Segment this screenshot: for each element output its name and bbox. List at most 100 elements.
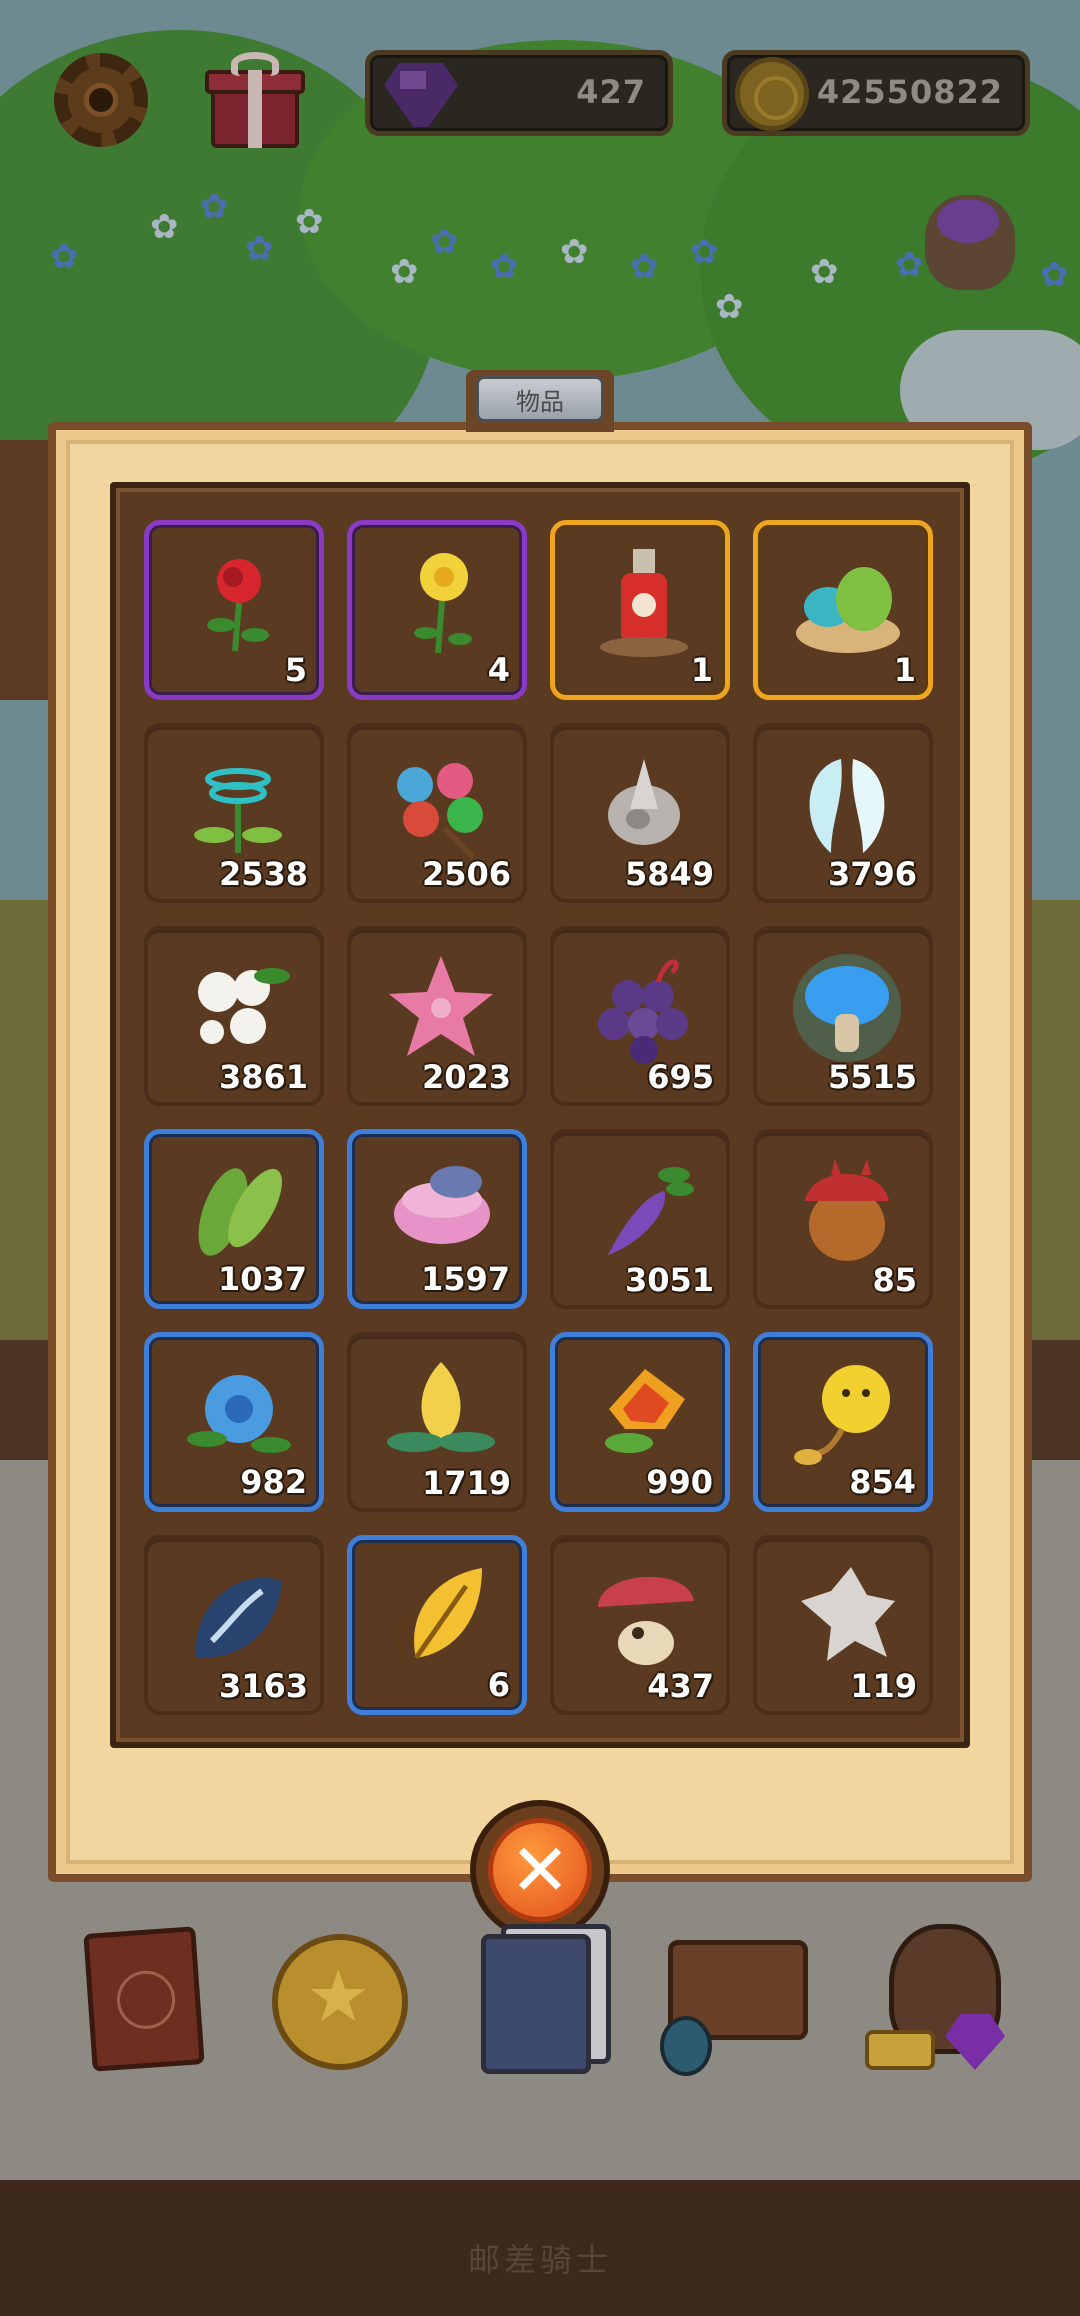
item-count: 3163 [218, 1667, 308, 1705]
inventory-slot[interactable]: 3051 [550, 1129, 730, 1309]
blue-flower-icon [183, 1359, 295, 1471]
red-rose-icon [183, 547, 295, 659]
flower-decoration: ✿ [690, 232, 719, 272]
journal-book-button[interactable] [80, 1920, 220, 2080]
inventory-slot[interactable]: 437 [550, 1535, 730, 1715]
flower-decoration: ✿ [200, 187, 229, 227]
coin-count: 42550822 [816, 73, 1003, 111]
gift-button[interactable] [205, 52, 305, 152]
flower-decoration: ✿ [150, 207, 179, 247]
inventory-slot[interactable]: 119 [753, 1535, 933, 1715]
sword-card-icon [481, 1934, 591, 2074]
inventory-slot[interactable]: 982 [144, 1332, 324, 1512]
fur-pelt-icon [791, 1561, 903, 1673]
item-count: 1719 [421, 1464, 511, 1502]
inventory-slot[interactable]: 3796 [753, 723, 933, 903]
inventory-slot[interactable]: 1597 [347, 1129, 527, 1309]
flower-decoration: ✿ [715, 287, 744, 327]
inventory-slot[interactable]: 4 [347, 520, 527, 700]
panel-title-tab: 物品 [466, 370, 614, 432]
item-count: 3796 [827, 855, 917, 893]
gem-counter[interactable]: 427 [365, 50, 673, 136]
berry-cluster-icon [385, 749, 497, 861]
item-count: 6 [487, 1666, 510, 1704]
inventory-slot[interactable]: 990 [550, 1332, 730, 1512]
inventory-slot[interactable]: 2538 [144, 723, 324, 903]
inventory-slot[interactable]: 854 [753, 1332, 933, 1512]
flower-decoration: ✿ [810, 252, 839, 292]
item-count: 5515 [827, 1058, 917, 1096]
inventory-slot[interactable]: 3861 [144, 926, 324, 1106]
item-count: 4 [487, 651, 510, 689]
silver-shell-icon [588, 749, 700, 861]
flower-decoration: ✿ [560, 232, 589, 272]
gem-count: 427 [576, 73, 646, 111]
item-count: 2538 [218, 855, 308, 893]
item-count: 5849 [624, 855, 714, 893]
settings-button[interactable] [46, 45, 156, 155]
game-title: 邮差骑士 [467, 2241, 612, 2279]
panel-title: 物品 [516, 387, 564, 416]
daffodil-icon [386, 547, 498, 659]
inventory-slot[interactable]: 1037 [144, 1129, 324, 1309]
green-leaves-icon [183, 1156, 295, 1268]
inventory-slot[interactable]: 2023 [347, 926, 527, 1106]
cards-button[interactable] [475, 1920, 615, 2080]
item-count: 3861 [218, 1058, 308, 1096]
item-count: 5 [284, 651, 307, 689]
item-count: 1037 [217, 1260, 307, 1298]
angel-wings-icon [791, 749, 903, 861]
purple-radish-icon [588, 1155, 700, 1267]
red-cap-mushroom-icon [588, 1561, 700, 1673]
inventory-slot[interactable]: 85 [753, 1129, 933, 1309]
inventory-slot[interactable]: 5515 [753, 926, 933, 1106]
gem-icon [384, 63, 458, 127]
flower-decoration: ✿ [50, 237, 79, 277]
purple-grapes-icon [588, 952, 700, 1064]
spiral-herb-icon [182, 749, 294, 861]
pink-starfish-icon [385, 952, 497, 1064]
flower-decoration: ✿ [895, 245, 924, 285]
inventory-slot[interactable]: 1 [753, 520, 933, 700]
star-coin-icon [272, 1934, 408, 2070]
flower-decoration: ✿ [490, 247, 519, 287]
coin-counter[interactable]: 42550822 [722, 50, 1030, 136]
item-count: 3051 [624, 1261, 714, 1299]
inventory-slot[interactable]: 2506 [347, 723, 527, 903]
inventory-slot[interactable]: 1719 [347, 1332, 527, 1512]
poison-bottle-icon [589, 547, 701, 659]
golden-leaf-icon [386, 1562, 498, 1674]
star-coin-button[interactable] [270, 1920, 410, 2080]
inventory-slot[interactable]: 695 [550, 926, 730, 1106]
item-count: 2023 [421, 1058, 511, 1096]
inventory-slot[interactable]: 5849 [550, 723, 730, 903]
item-count: 2506 [421, 855, 511, 893]
inventory-slot[interactable]: 1 [550, 520, 730, 700]
loot-bag-button[interactable] [865, 1920, 1005, 2080]
glowing-mushroom-icon [791, 952, 903, 1064]
item-count: 695 [647, 1058, 714, 1096]
book-icon [83, 1926, 205, 2072]
golden-lotus-icon [385, 1358, 497, 1470]
fire-flower-icon [589, 1359, 701, 1471]
item-count: 437 [647, 1667, 714, 1705]
item-count: 1597 [420, 1260, 510, 1298]
flower-decoration: ✿ [390, 252, 419, 292]
inventory-slot[interactable]: 6 [347, 1535, 527, 1715]
dragon-eggs-nest-icon [792, 547, 904, 659]
flower-decoration: ✿ [245, 229, 274, 269]
potion-icon [660, 2016, 712, 2076]
item-count: 1 [893, 651, 916, 689]
inventory-grid[interactable]: 5 4 1 1 2538 2506 5849 3796 3861 2023 695 5515 1037 1… [144, 520, 936, 1715]
item-count: 990 [646, 1463, 713, 1501]
satchel-button[interactable] [660, 1920, 808, 2080]
close-icon: ✕ [488, 1818, 592, 1922]
close-button[interactable]: ✕ [470, 1800, 610, 1940]
spiked-acorn-icon [791, 1155, 903, 1267]
item-count: 854 [849, 1463, 916, 1501]
inventory-slot[interactable]: 3163 [144, 1535, 324, 1715]
magic-pouch-icon[interactable] [925, 195, 1015, 290]
dark-leaf-icon [182, 1561, 294, 1673]
inventory-slot[interactable]: 5 [144, 520, 324, 700]
yellow-puffball-icon [792, 1359, 904, 1471]
